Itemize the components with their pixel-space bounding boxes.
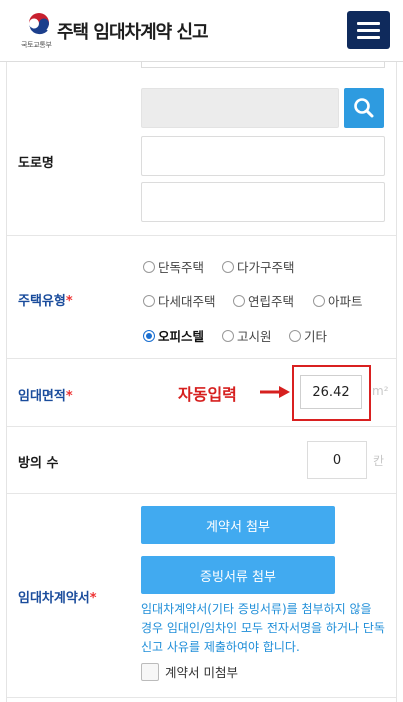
- radio-officetel[interactable]: 오피스텔: [143, 326, 204, 345]
- radio-detached-house[interactable]: 단독주택: [143, 257, 204, 276]
- radio-gosiwon[interactable]: 고시원: [222, 326, 272, 345]
- address-label: 도로명: [18, 156, 54, 171]
- evidence-attach-button[interactable]: 증빙서류 첨부: [141, 556, 335, 594]
- housing-type-label: 주택유형*: [18, 294, 73, 309]
- rooms-label: 방의 수: [18, 456, 59, 471]
- divider: [7, 493, 396, 494]
- menu-button[interactable]: [347, 11, 390, 49]
- auto-input-annotation: 자동입력: [178, 385, 237, 404]
- no-contract-checkbox[interactable]: 계약서 미첨부: [141, 662, 238, 681]
- divider: [7, 426, 396, 427]
- rooms-unit: 칸: [373, 454, 385, 468]
- attachment-notice: 임대차계약서(기타 증빙서류)를 첨부하지 않을 경우 임대인/임차인 모두 전…: [141, 602, 385, 654]
- address-search-button[interactable]: [344, 88, 384, 128]
- previous-field[interactable]: [141, 62, 385, 68]
- radio-multi-family[interactable]: 다세대주택: [143, 291, 216, 310]
- divider: [7, 235, 396, 236]
- area-unit: m²: [372, 384, 389, 398]
- area-label: 임대면적*: [18, 389, 73, 404]
- app-header: 국토교통부 주택 임대차계약 신고: [0, 0, 403, 62]
- rooms-input[interactable]: 0: [307, 441, 367, 479]
- detail-address-field[interactable]: [141, 182, 385, 222]
- government-emblem-icon: [27, 13, 51, 37]
- ministry-name: 국토교통부: [21, 41, 52, 49]
- address-display-field: [141, 88, 339, 128]
- page-title: 주택 임대차계약 신고: [57, 22, 209, 43]
- radio-apartment[interactable]: 아파트: [313, 291, 363, 310]
- right-arrow-icon: [260, 386, 290, 398]
- checkbox[interactable]: [141, 662, 159, 681]
- radio-row-house[interactable]: 연립주택: [233, 291, 294, 310]
- contract-attach-button[interactable]: 계약서 첨부: [141, 506, 335, 544]
- radio-other[interactable]: 기타: [289, 326, 327, 345]
- area-input[interactable]: 26.42: [300, 375, 362, 409]
- contract-label: 임대차계약서*: [18, 591, 97, 606]
- radio-multi-household[interactable]: 다가구주택: [222, 257, 295, 276]
- divider: [7, 358, 396, 359]
- divider: [7, 697, 396, 698]
- hamburger-menu-icon: [357, 22, 380, 25]
- road-address-field[interactable]: [141, 136, 385, 176]
- search-icon: [354, 98, 374, 118]
